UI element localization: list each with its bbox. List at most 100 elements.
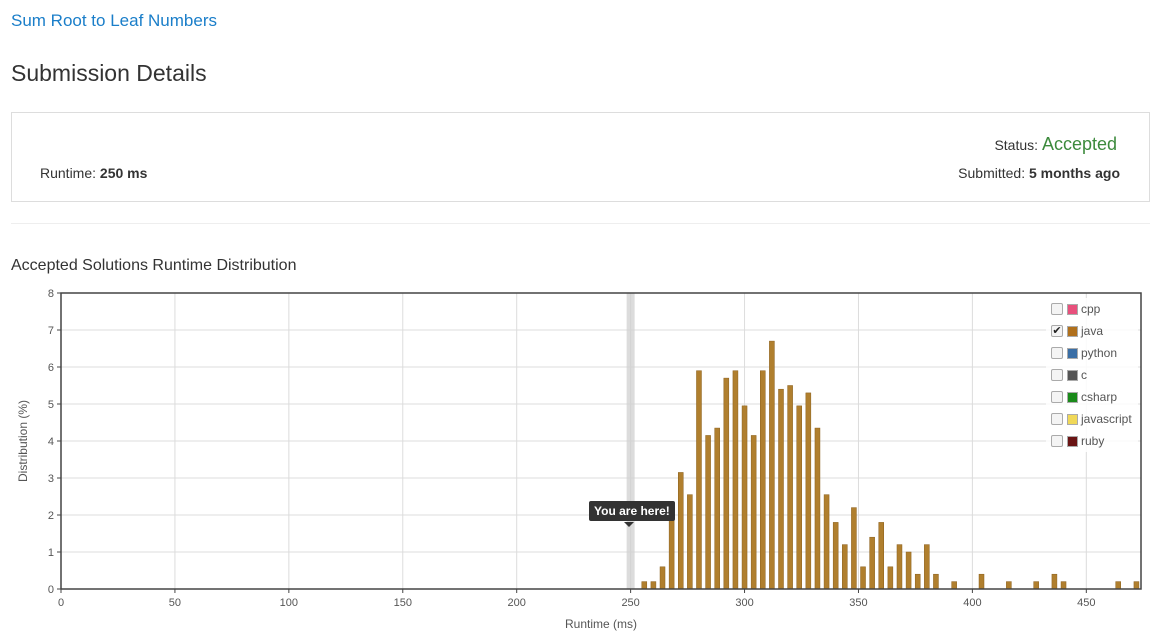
legend-checkbox-javascript[interactable] <box>1051 413 1063 425</box>
x-tick-label: 100 <box>280 597 298 609</box>
chart-bar <box>896 544 903 590</box>
chart-bar <box>1051 573 1058 590</box>
legend-label-c: c <box>1081 368 1087 382</box>
chart-bar <box>723 377 730 590</box>
you-are-here-tooltip: You are here! <box>589 501 675 521</box>
legend-item-python[interactable]: python <box>1046 342 1138 364</box>
chart-bar <box>933 573 939 590</box>
legend-label-csharp: csharp <box>1081 390 1118 404</box>
legend-swatch-c <box>1067 369 1078 381</box>
y-tick-label: 8 <box>48 288 54 300</box>
chart-legend: cpp ✔ java python c csharp javascript ru… <box>1046 298 1138 452</box>
chart-bar <box>887 566 894 590</box>
y-tick-label: 2 <box>48 510 54 522</box>
runtime-label: Runtime: <box>40 165 97 181</box>
legend-swatch-java <box>1067 325 1078 337</box>
chart-bar <box>814 427 821 590</box>
chart-bar <box>750 435 757 590</box>
legend-item-javascript[interactable]: javascript <box>1046 408 1138 430</box>
chart-bar <box>842 544 848 590</box>
x-tick-label: 450 <box>1077 597 1095 609</box>
y-tick-label: 5 <box>48 399 54 411</box>
x-tick-label: 250 <box>621 597 639 609</box>
y-tick-label: 1 <box>48 547 54 559</box>
x-tick-label: 0 <box>58 597 64 609</box>
chart-ticks: 0 1 2 3 4 5 6 7 8 0 50 100 150 200 250 300 350 400 450 <box>48 288 1096 609</box>
runtime-distribution-chart: 0 1 2 3 4 5 6 7 8 0 50 100 150 200 250 300 350 400 450 Run… <box>16 288 1142 631</box>
legend-label-javascript: javascript <box>1081 412 1132 426</box>
submitted-label: Submitted: <box>958 165 1026 181</box>
chart-bar <box>914 573 921 590</box>
chart-bar <box>878 522 885 590</box>
legend-checkbox-ruby[interactable] <box>1051 435 1063 447</box>
legend-item-ruby[interactable]: ruby <box>1046 430 1138 452</box>
problem-title-link[interactable]: Sum Root to Leaf Numbers <box>11 11 217 31</box>
submission-details-panel: Runtime: 250 ms Status: Accepted Submitt… <box>11 112 1150 202</box>
legend-swatch-ruby <box>1067 435 1078 447</box>
chart-bar <box>769 340 775 590</box>
x-axis-label: Runtime (ms) <box>565 617 637 631</box>
marker-band <box>626 293 635 589</box>
x-tick-label: 400 <box>963 597 981 609</box>
chart-grid <box>60 292 1141 590</box>
legend-label-ruby: ruby <box>1081 434 1105 448</box>
chart-bar <box>650 581 657 590</box>
chart-bar <box>851 507 857 590</box>
chart-bar <box>787 385 793 590</box>
current-submission-marker <box>626 293 635 589</box>
chart-bar <box>641 581 648 590</box>
chart-bar <box>687 494 693 590</box>
status-label: Status: <box>994 137 1039 153</box>
legend-label-cpp: cpp <box>1081 302 1101 316</box>
chart-bar <box>705 435 711 590</box>
tooltip-arrow <box>624 522 634 527</box>
chart-bar <box>951 581 957 590</box>
chart-bar <box>1133 581 1140 590</box>
chart-bar <box>869 536 875 590</box>
chart-bar <box>823 494 830 590</box>
chart-bar <box>832 522 839 590</box>
y-tick-label: 0 <box>48 584 54 596</box>
legend-checkbox-java[interactable]: ✔ <box>1051 325 1063 337</box>
chart-bar <box>732 370 739 590</box>
x-tick-label: 200 <box>508 597 526 609</box>
legend-checkbox-python[interactable] <box>1051 347 1063 359</box>
legend-swatch-python <box>1067 347 1078 359</box>
status-value: Accepted <box>1041 134 1117 154</box>
legend-checkbox-csharp[interactable] <box>1051 391 1063 403</box>
runtime-info: Runtime: 250 ms <box>40 165 147 181</box>
page-title: Submission Details <box>11 60 207 86</box>
chart-bar <box>696 370 702 590</box>
y-axis-label: Distribution (%) <box>16 400 30 482</box>
legend-swatch-javascript <box>1067 413 1078 425</box>
y-tick-label: 7 <box>48 325 54 337</box>
chart-bar <box>1033 581 1039 590</box>
runtime-value: 250 ms <box>99 165 148 181</box>
legend-item-java[interactable]: ✔ java <box>1046 320 1138 342</box>
x-tick-label: 350 <box>849 597 867 609</box>
y-tick-label: 4 <box>48 436 54 448</box>
x-tick-label: 300 <box>735 597 753 609</box>
legend-checkbox-c[interactable] <box>1051 369 1063 381</box>
chart-bar <box>714 427 720 590</box>
y-tick-label: 3 <box>48 473 54 485</box>
chart-title: Accepted Solutions Runtime Distribution <box>11 257 297 274</box>
chart-bar <box>659 566 666 590</box>
chart-bar <box>805 392 812 590</box>
y-tick-label: 6 <box>48 362 54 374</box>
chart-bar <box>978 573 985 590</box>
legend-swatch-csharp <box>1067 391 1078 403</box>
chart-bar <box>760 370 766 590</box>
submitted-value: 5 months ago <box>1028 165 1120 181</box>
legend-item-c[interactable]: c <box>1046 364 1138 386</box>
chart-bar <box>860 566 866 590</box>
legend-checkbox-cpp[interactable] <box>1051 303 1063 315</box>
legend-label-java: java <box>1081 324 1104 338</box>
chart-bar <box>1060 581 1067 590</box>
legend-item-cpp[interactable]: cpp <box>1046 298 1138 320</box>
chart-bar <box>924 544 930 590</box>
chart-bar <box>905 551 912 590</box>
legend-item-csharp[interactable]: csharp <box>1046 386 1138 408</box>
chart-bar <box>1006 581 1012 590</box>
chart-bar <box>778 388 784 590</box>
